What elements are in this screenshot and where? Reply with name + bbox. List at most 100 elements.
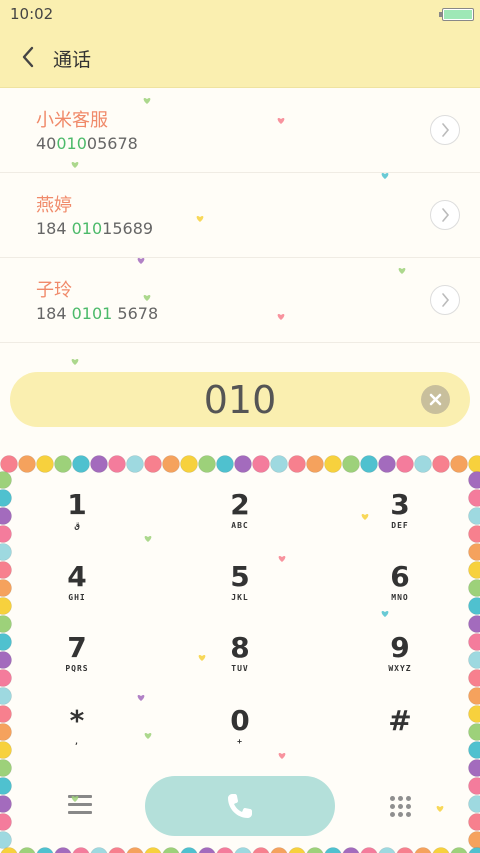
bead bbox=[342, 455, 360, 473]
bead bbox=[468, 847, 480, 853]
bead bbox=[468, 489, 480, 507]
bead bbox=[108, 455, 126, 473]
bead bbox=[0, 471, 12, 489]
bead bbox=[450, 847, 468, 853]
bead-border-left bbox=[0, 471, 12, 849]
bead bbox=[288, 847, 306, 853]
bead bbox=[0, 741, 12, 759]
bead bbox=[126, 455, 144, 473]
key-2[interactable]: 2 ABC bbox=[200, 489, 280, 549]
contact-name: 子玲 bbox=[36, 280, 72, 301]
chevron-right-icon[interactable] bbox=[430, 200, 460, 230]
bead bbox=[432, 847, 450, 853]
bead bbox=[144, 847, 162, 853]
contact-row[interactable]: 子玲 184 0101 5678 bbox=[0, 258, 480, 343]
bead bbox=[396, 847, 414, 853]
bead bbox=[108, 847, 126, 853]
bead bbox=[162, 455, 180, 473]
bead bbox=[468, 471, 480, 489]
call-button[interactable] bbox=[145, 776, 335, 836]
bead bbox=[468, 777, 480, 795]
bead-border-bottom bbox=[0, 847, 480, 853]
bead-border-top bbox=[0, 455, 480, 473]
bead bbox=[144, 455, 162, 473]
chevron-right-icon[interactable] bbox=[430, 285, 460, 315]
bead bbox=[0, 847, 18, 853]
bead bbox=[360, 455, 378, 473]
bead bbox=[468, 741, 480, 759]
bead bbox=[234, 455, 252, 473]
bead bbox=[198, 455, 216, 473]
key-hash[interactable]: # bbox=[360, 705, 440, 765]
chevron-right-icon[interactable] bbox=[430, 115, 460, 145]
key-1[interactable]: 1ق bbox=[37, 489, 117, 549]
dialed-number: 010 bbox=[203, 378, 277, 422]
dialpad-icon[interactable] bbox=[390, 796, 412, 820]
key-6[interactable]: 6 MNO bbox=[360, 561, 440, 621]
contact-row[interactable]: 燕婷 184 01015689 bbox=[0, 173, 480, 258]
bead bbox=[414, 847, 432, 853]
battery-icon bbox=[439, 8, 474, 21]
dial-input[interactable]: 010 bbox=[10, 372, 470, 427]
bead bbox=[0, 543, 12, 561]
bead bbox=[180, 455, 198, 473]
key-7[interactable]: 7 PQRS bbox=[37, 632, 117, 692]
bead bbox=[468, 651, 480, 669]
bead bbox=[0, 561, 12, 579]
clear-icon[interactable] bbox=[421, 385, 450, 414]
bead bbox=[324, 847, 342, 853]
bead bbox=[468, 561, 480, 579]
key-5[interactable]: 5 JKL bbox=[200, 561, 280, 621]
bead bbox=[396, 455, 414, 473]
contact-number: 184 0101 5678 bbox=[36, 304, 159, 323]
bead bbox=[468, 455, 480, 473]
bead bbox=[0, 525, 12, 543]
key-0[interactable]: 0 + bbox=[200, 705, 280, 765]
bead bbox=[0, 633, 12, 651]
bead bbox=[270, 455, 288, 473]
menu-icon[interactable] bbox=[68, 795, 92, 817]
contact-row[interactable]: 小米客服 4001005678 bbox=[0, 88, 480, 173]
bead bbox=[162, 847, 180, 853]
key-star[interactable]: *, bbox=[37, 705, 117, 765]
bead bbox=[378, 455, 396, 473]
bead bbox=[360, 847, 378, 853]
back-arrow-icon[interactable] bbox=[18, 44, 40, 70]
bead bbox=[0, 455, 18, 473]
bead bbox=[306, 455, 324, 473]
key-9[interactable]: 9 WXYZ bbox=[360, 632, 440, 692]
bead bbox=[342, 847, 360, 853]
bead bbox=[468, 507, 480, 525]
bead bbox=[468, 705, 480, 723]
bead bbox=[72, 455, 90, 473]
key-8[interactable]: 8 TUV bbox=[200, 632, 280, 692]
bead bbox=[54, 455, 72, 473]
bead bbox=[468, 687, 480, 705]
bead bbox=[468, 525, 480, 543]
bead bbox=[0, 813, 12, 831]
bead bbox=[414, 455, 432, 473]
dial-pad: 1ق 2 ABC 3 DEF 4 GHI 5 JKL 6 MNO 7 PQRS 8 TUV 9… bbox=[0, 451, 480, 853]
bead bbox=[0, 723, 12, 741]
contact-number: 184 01015689 bbox=[36, 219, 154, 238]
bead bbox=[90, 847, 108, 853]
bead bbox=[0, 597, 12, 615]
key-4[interactable]: 4 GHI bbox=[37, 561, 117, 621]
bead bbox=[324, 455, 342, 473]
bead bbox=[468, 723, 480, 741]
bead bbox=[0, 489, 12, 507]
key-3[interactable]: 3 DEF bbox=[360, 489, 440, 549]
status-bar: 10:02 bbox=[0, 0, 480, 28]
bead bbox=[252, 455, 270, 473]
phone-icon bbox=[228, 794, 252, 818]
bead bbox=[0, 651, 12, 669]
bead bbox=[0, 795, 12, 813]
page-title: 通话 bbox=[53, 49, 92, 71]
bead bbox=[270, 847, 288, 853]
bead bbox=[288, 455, 306, 473]
bead bbox=[468, 543, 480, 561]
bead bbox=[216, 455, 234, 473]
bead bbox=[468, 813, 480, 831]
bead bbox=[306, 847, 324, 853]
bead bbox=[0, 669, 12, 687]
